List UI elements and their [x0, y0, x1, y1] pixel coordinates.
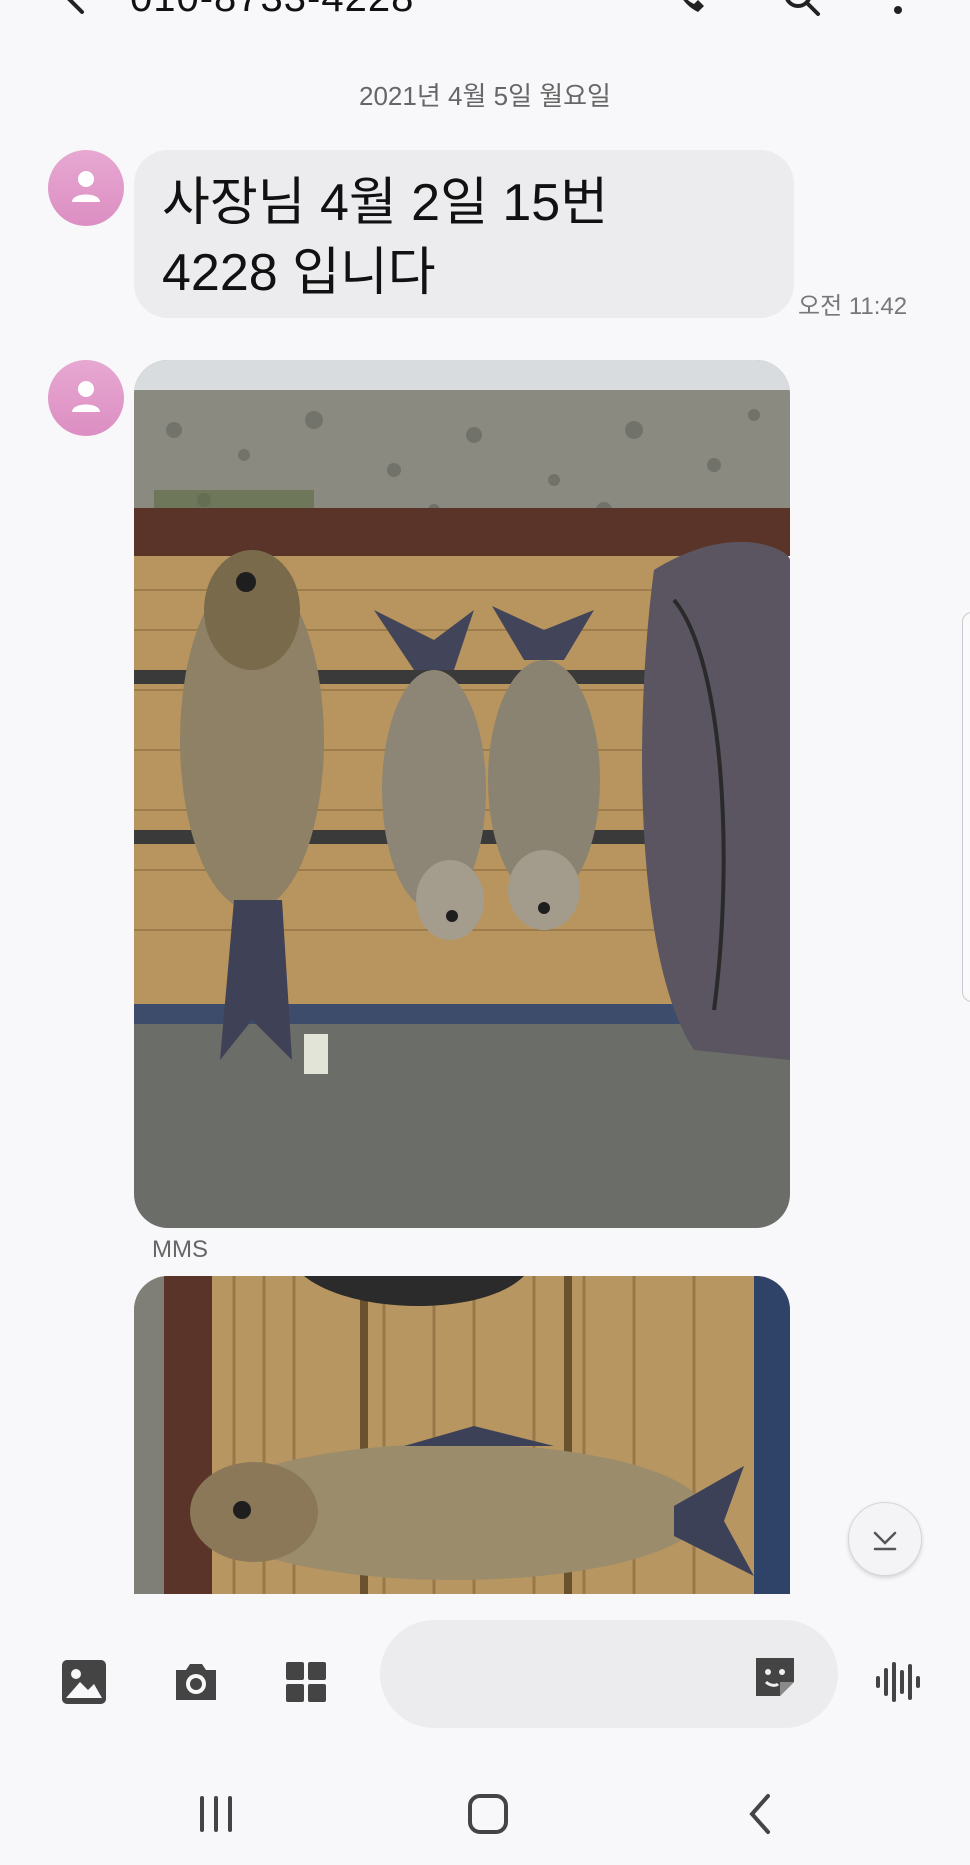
message-input-box[interactable]	[380, 1620, 838, 1730]
arrow-down-icon	[873, 1531, 897, 1551]
voice-icon[interactable]	[870, 1654, 926, 1710]
phone-icon[interactable]	[668, 0, 712, 20]
message-time: 오전 11:42	[798, 293, 908, 320]
apps-grid-icon[interactable]	[278, 1654, 334, 1710]
contact-title: 010-8733-4228	[130, 0, 414, 21]
message-text: 사장님 4월 2일 15번 4228 입니다	[162, 174, 609, 302]
camera-icon[interactable]	[168, 1654, 224, 1710]
edge-panel-handle[interactable]	[962, 612, 970, 1002]
mms-image-one-fish[interactable]	[134, 1276, 790, 1594]
message-input[interactable]	[410, 1620, 754, 1730]
recent-apps-icon[interactable]	[186, 1784, 246, 1844]
message-composer	[0, 1594, 970, 1764]
person-icon	[72, 171, 100, 202]
conversation-header: 010-8733-4228	[0, 0, 970, 30]
back-arrow-icon[interactable]	[56, 0, 96, 18]
back-icon[interactable]	[732, 1784, 792, 1844]
person-icon	[72, 381, 100, 412]
message-bubble[interactable]: 사장님 4월 2일 15번 4228 입니다	[134, 150, 794, 318]
sticker-icon[interactable]	[752, 1654, 798, 1700]
mms-image-three-fish[interactable]	[134, 360, 790, 1228]
scroll-to-bottom-button[interactable]	[848, 1502, 922, 1576]
more-vert-icon[interactable]	[876, 0, 920, 20]
fish-photo-1	[134, 360, 790, 1228]
search-icon[interactable]	[780, 0, 824, 20]
fish-photo-2	[134, 1276, 790, 1594]
date-separator: 2021년 4월 5일 월요일	[359, 81, 611, 111]
mms-label: MMS	[152, 1236, 208, 1263]
home-icon[interactable]	[458, 1784, 518, 1844]
gallery-icon[interactable]	[56, 1654, 112, 1710]
contact-avatar[interactable]	[48, 150, 124, 226]
contact-avatar[interactable]	[48, 360, 124, 436]
system-navigation-bar	[0, 1764, 970, 1865]
